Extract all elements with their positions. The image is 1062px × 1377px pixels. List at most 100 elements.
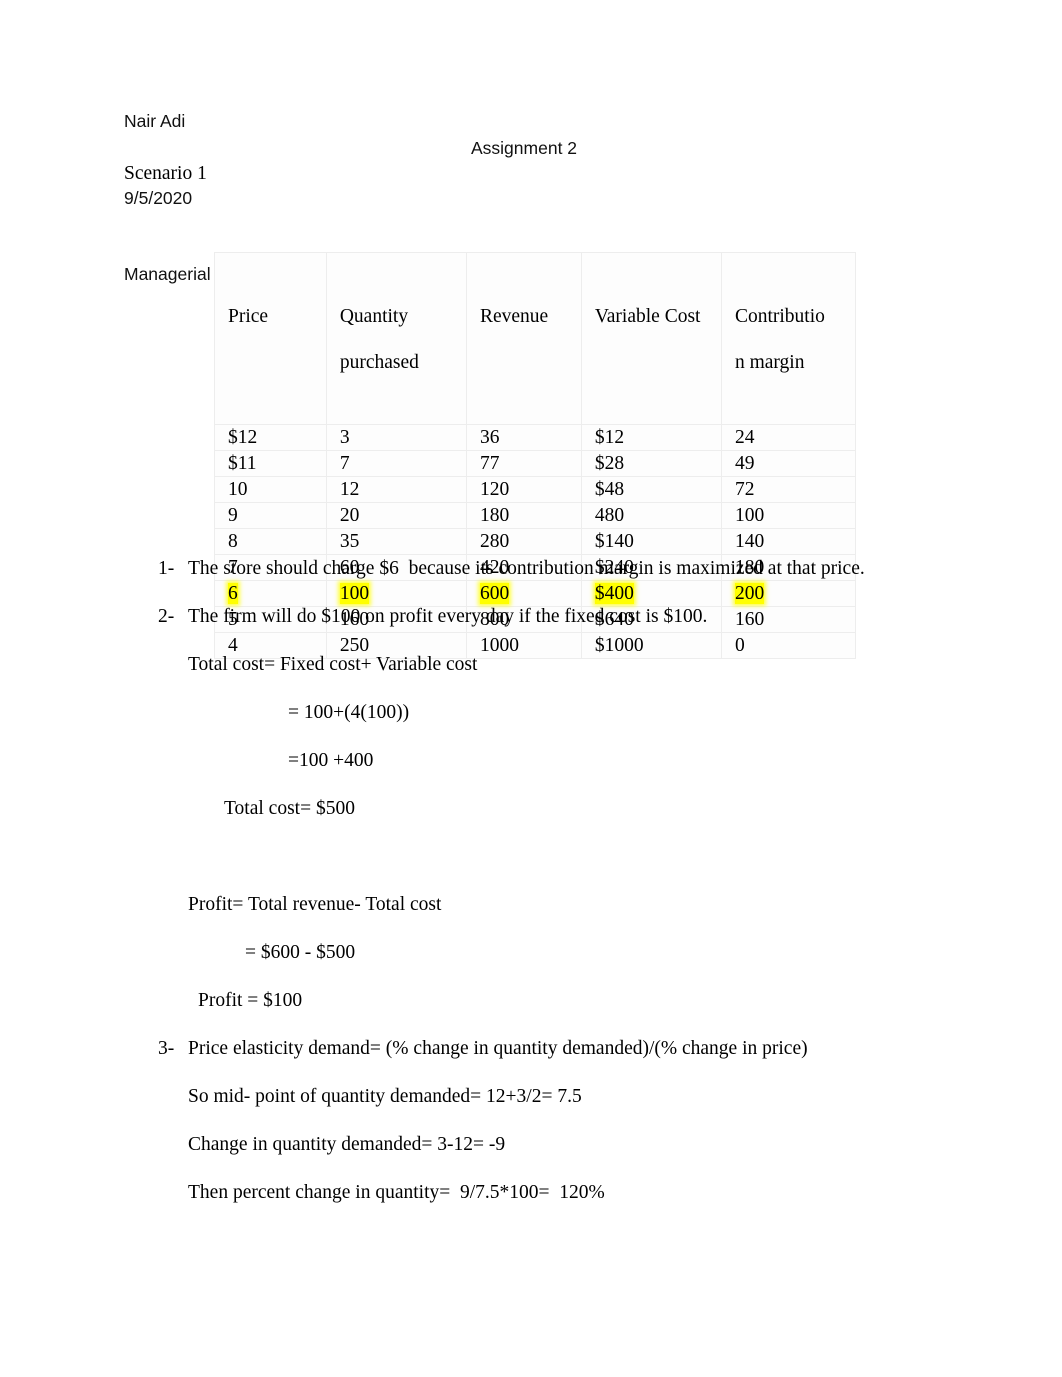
cell-contribution-margin: 140 xyxy=(720,528,857,555)
table-header-cell-contribution-margin: Contributio n margin xyxy=(720,252,857,425)
total-cost-formula: Total cost= Fixed cost+ Variable cost xyxy=(188,654,478,675)
cell-quantity: 20 xyxy=(325,502,467,529)
total-cost-expansion: =100 +400 xyxy=(288,750,374,771)
table-row-highlighted: 6 100 600 $400 200 xyxy=(214,580,857,607)
profit-formula: Profit= Total revenue- Total cost xyxy=(188,894,442,915)
total-cost-substitution: = 100+(4(100)) xyxy=(288,702,410,723)
cell-text: $11 xyxy=(228,453,257,474)
header-variable-cost-line1: Variable Cost xyxy=(594,306,701,327)
cell-text: 160 xyxy=(734,609,765,630)
document-page: Nair Adi 9/5/2020 Managerial Economics A… xyxy=(0,0,1062,1377)
header-contribution-margin-line2: n margin xyxy=(734,352,805,373)
cell-contribution-margin: 100 xyxy=(720,502,857,529)
cell-text-highlighted: $400 xyxy=(594,583,634,604)
cell-text: $12 xyxy=(594,427,625,448)
table-row: 10 12 120 $48 72 xyxy=(214,476,857,503)
percent-change-line: Then percent change in quantity= 9/7.5*1… xyxy=(188,1182,605,1203)
cell-text: $1000 xyxy=(594,635,644,656)
list-marker-1: 1- xyxy=(158,558,175,579)
table-header-cell-revenue: Revenue xyxy=(465,252,582,425)
cell-text: 7 xyxy=(339,453,350,474)
cell-text: $140 xyxy=(594,531,634,552)
cell-quantity: 7 xyxy=(325,450,467,477)
cell-revenue: 280 xyxy=(465,528,582,555)
list-marker-3: 3- xyxy=(158,1038,175,1059)
header-cell-inner-revenue: Revenue xyxy=(480,304,581,374)
cell-quantity: 35 xyxy=(325,528,467,555)
cell-text: 480 xyxy=(594,505,625,526)
cell-text: 35 xyxy=(339,531,360,552)
cell-text: 77 xyxy=(479,453,500,474)
cell-text: 72 xyxy=(734,479,755,500)
cell-variable-cost: $48 xyxy=(580,476,722,503)
table-header-cell-price: Price xyxy=(214,252,327,425)
header-contribution-margin-line1: Contributio xyxy=(734,306,825,327)
cell-text: $28 xyxy=(594,453,625,474)
cell-text-highlighted: 200 xyxy=(734,583,765,604)
cell-text: 49 xyxy=(734,453,755,474)
cell-variable-cost: $400 xyxy=(580,580,722,607)
answer-item-3-text: Price elasticity demand= (% change in qu… xyxy=(188,1038,808,1059)
table-body: Price Quantity purchased Revenue Variabl… xyxy=(214,252,857,659)
cell-quantity: 3 xyxy=(325,424,467,451)
cell-variable-cost: 480 xyxy=(580,502,722,529)
header-cell-inner-contribution-margin: Contributio n margin xyxy=(735,304,855,374)
table-row: 8 35 280 $140 140 xyxy=(214,528,857,555)
header-quantity-line2: purchased xyxy=(339,352,419,373)
table-header-cell-quantity: Quantity purchased xyxy=(325,252,467,425)
cell-text: 12 xyxy=(339,479,360,500)
cell-text-highlighted: 6 xyxy=(228,583,238,604)
cell-quantity: 12 xyxy=(325,476,467,503)
table-row: $12 3 36 $12 24 xyxy=(214,424,857,451)
header-cell-inner-price: Price xyxy=(228,304,326,374)
cell-text: 280 xyxy=(479,531,510,552)
date-line: 9/5/2020 xyxy=(124,187,193,208)
cell-variable-cost: $140 xyxy=(580,528,722,555)
cell-text: 100 xyxy=(734,505,765,526)
cell-contribution-margin: 0 xyxy=(720,632,857,659)
cell-price: 10 xyxy=(214,476,327,503)
cell-price: 9 xyxy=(214,502,327,529)
header-revenue-line1: Revenue xyxy=(479,306,549,327)
cell-text: 10 xyxy=(228,479,248,500)
answer-item-2-text: The firm will do $100 on profit every da… xyxy=(188,606,708,627)
profit-result: Profit = $100 xyxy=(198,990,303,1011)
cell-text: 24 xyxy=(734,427,755,448)
cell-text: 120 xyxy=(479,479,510,500)
answer-item-1-text: The store should charge $6 because its c… xyxy=(188,558,865,579)
cell-revenue: 600 xyxy=(465,580,582,607)
scenario-label: Scenario 1 xyxy=(124,163,207,184)
cell-variable-cost: $1000 xyxy=(580,632,722,659)
cell-contribution-margin: 200 xyxy=(720,580,857,607)
price-quantity-table: Price Quantity purchased Revenue Variabl… xyxy=(214,252,857,659)
total-cost-result: Total cost= $500 xyxy=(224,798,355,819)
header-cell-inner-quantity: Quantity purchased xyxy=(340,304,466,374)
table-row: 9 20 180 480 100 xyxy=(214,502,857,529)
cell-contribution-margin: 160 xyxy=(720,606,857,633)
cell-price: 6 xyxy=(214,580,327,607)
table-header-cell-variable-cost: Variable Cost xyxy=(580,252,722,425)
cell-text: 20 xyxy=(339,505,360,526)
cell-text: 8 xyxy=(228,531,238,552)
data-table-wrapper: Price Quantity purchased Revenue Variabl… xyxy=(214,252,857,659)
cell-contribution-margin: 24 xyxy=(720,424,857,451)
cell-text: $48 xyxy=(594,479,625,500)
cell-quantity: 100 xyxy=(325,580,467,607)
header-quantity-line1: Quantity xyxy=(339,306,409,327)
list-marker-2: 2- xyxy=(158,606,175,627)
table-header-row: Price Quantity purchased Revenue Variabl… xyxy=(214,252,857,425)
cell-revenue: 180 xyxy=(465,502,582,529)
author-line: Nair Adi xyxy=(124,111,186,131)
cell-text: 1000 xyxy=(479,635,519,656)
change-quantity-line: Change in quantity demanded= 3-12= -9 xyxy=(188,1134,506,1155)
cell-revenue: 120 xyxy=(465,476,582,503)
cell-text: 140 xyxy=(734,531,765,552)
cell-contribution-margin: 49 xyxy=(720,450,857,477)
cell-text-highlighted: 100 xyxy=(339,583,370,604)
cell-price: 8 xyxy=(214,528,327,555)
header-cell-inner-variable-cost: Variable Cost xyxy=(595,304,721,374)
cell-text: 3 xyxy=(339,427,350,448)
assignment-title: Assignment 2 xyxy=(471,138,578,158)
cell-revenue: 36 xyxy=(465,424,582,451)
cell-variable-cost: $28 xyxy=(580,450,722,477)
